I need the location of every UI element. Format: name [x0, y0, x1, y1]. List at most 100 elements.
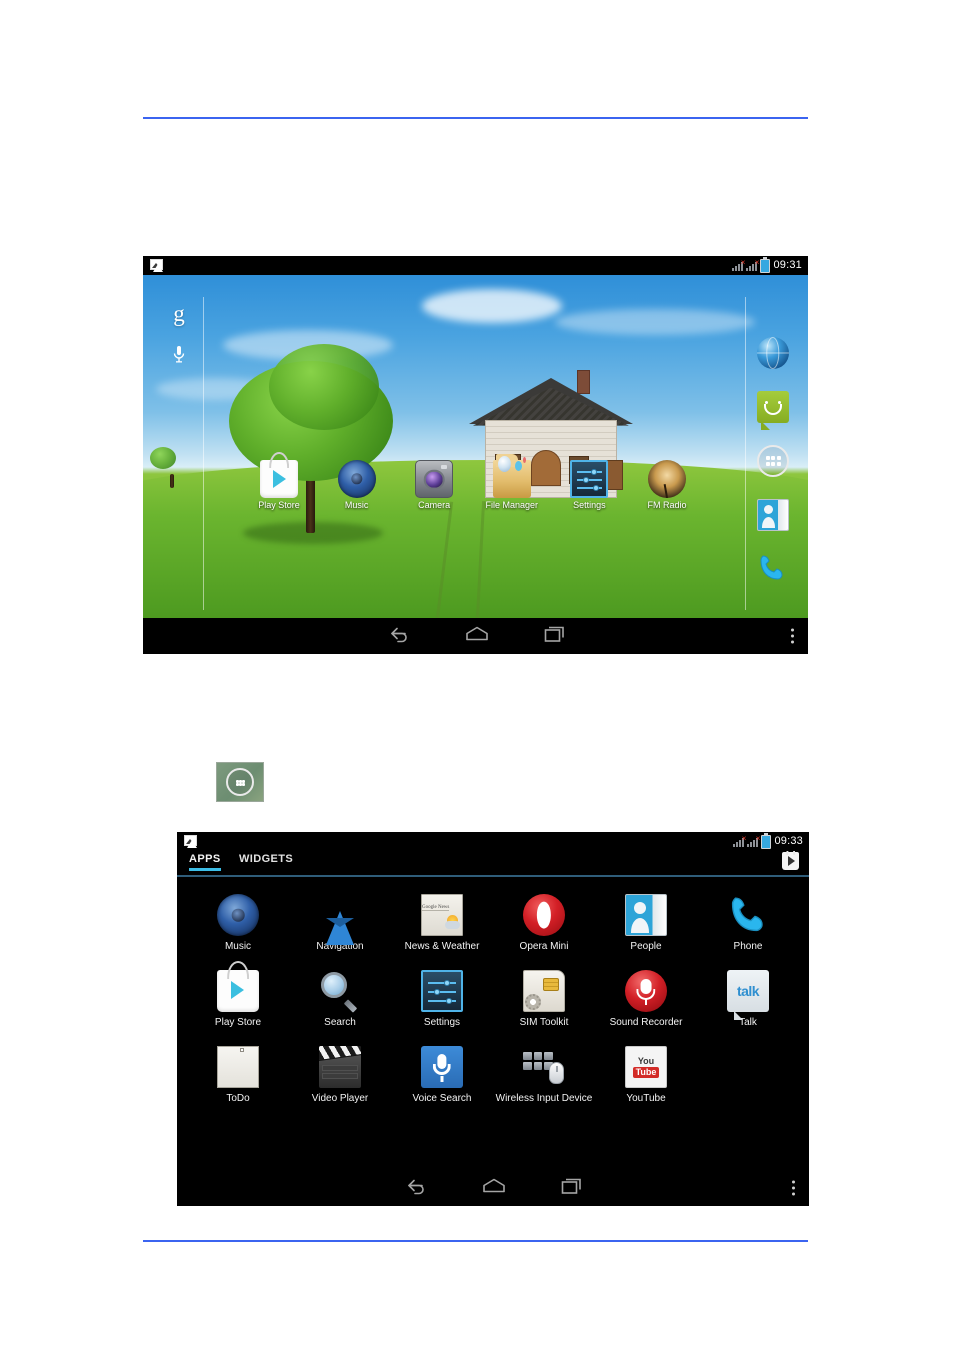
app-cell-empty — [697, 1040, 799, 1116]
app-item-sim-toolkit[interactable]: SIM Toolkit — [493, 964, 595, 1040]
home-shortcut-music[interactable]: Music — [321, 460, 393, 510]
navigation-arrow-icon — [319, 894, 361, 945]
app-label: ToDo — [226, 1093, 250, 1104]
app-label: SIM Toolkit — [519, 1017, 569, 1028]
top-divider-rule — [143, 117, 808, 119]
sound-recorder-icon — [625, 970, 667, 1012]
home-shortcut-play-store[interactable]: Play Store — [243, 460, 315, 510]
app-item-talk[interactable]: talk Talk — [697, 964, 799, 1040]
all-apps-grid-icon[interactable] — [757, 445, 789, 477]
app-label: Settings — [423, 1017, 461, 1028]
app-label: Phone — [733, 941, 763, 952]
app-item-music[interactable]: Music — [187, 888, 289, 964]
home-screen-screenshot: g Play Store Music Camera File Manager S… — [143, 256, 808, 654]
phone-handset-icon[interactable] — [757, 553, 789, 585]
app-label: YouTube — [626, 1093, 666, 1104]
back-icon[interactable] — [386, 625, 410, 648]
all-apps-grid-icon — [226, 768, 254, 796]
app-label: Talk — [739, 1017, 757, 1028]
screen-divider-line — [203, 297, 204, 610]
distant-tree-trunk — [169, 473, 174, 488]
drawer-tab-bar: APPS WIDGETS — [177, 851, 809, 877]
opera-mini-icon — [523, 894, 565, 936]
app-item-settings[interactable]: Settings — [391, 964, 493, 1040]
status-bar-notifications — [184, 835, 197, 848]
play-store-shop-icon[interactable] — [782, 852, 799, 870]
status-bar: × × 09:31 — [143, 256, 808, 275]
overflow-menu-icon[interactable] — [791, 628, 794, 644]
voice-search-mic-icon — [421, 1046, 463, 1088]
app-grid: Music Navigation Google News News & Weat… — [177, 880, 809, 1170]
screen-divider-line — [745, 297, 746, 610]
signal-bars-no-sim-icon: × — [733, 835, 746, 847]
status-bar: × × 09:33 — [177, 832, 809, 851]
app-label: Music — [224, 941, 252, 952]
microphone-icon[interactable] — [161, 345, 197, 368]
settings-sliders-icon — [421, 970, 463, 1012]
home-icon[interactable] — [481, 1177, 507, 1200]
app-item-video-player[interactable]: Video Player — [289, 1040, 391, 1116]
all-apps-screenshot: × × 09:33 APPS WIDGETS Music Navigation — [177, 832, 809, 1206]
google-g-logo: g — [173, 301, 185, 326]
app-item-youtube[interactable]: You Tube YouTube — [595, 1040, 697, 1116]
youtube-icon: You Tube — [625, 1046, 667, 1088]
file-manager-icon — [492, 453, 531, 498]
home-shortcut-label: Music — [344, 500, 369, 510]
app-item-todo[interactable]: ToDo — [187, 1040, 289, 1116]
app-row: Music Navigation Google News News & Weat… — [187, 888, 799, 964]
search-magnifier-icon — [319, 970, 361, 1012]
app-item-navigation[interactable]: Navigation — [289, 888, 391, 964]
play-store-icon — [217, 970, 259, 1012]
app-item-voice-search[interactable]: Voice Search — [391, 1040, 493, 1116]
screenshot-icon — [150, 259, 163, 272]
home-shortcut-label: Play Store — [258, 500, 300, 510]
app-label: Sound Recorder — [609, 1017, 683, 1028]
home-shortcut-camera[interactable]: Camera — [398, 460, 470, 510]
tab-apps[interactable]: APPS — [189, 853, 221, 871]
wallpaper: g Play Store Music Camera File Manager S… — [143, 275, 808, 618]
wireless-input-device-icon — [523, 1046, 565, 1088]
status-bar-clock: 09:33 — [774, 835, 803, 847]
app-item-people[interactable]: People — [595, 888, 697, 964]
signal-bars-no-sim-icon: × — [732, 259, 745, 271]
home-shortcut-file-manager[interactable]: File Manager — [476, 453, 548, 510]
app-item-wireless-input-device[interactable]: Wireless Input Device — [493, 1040, 595, 1116]
status-bar-notifications — [150, 259, 163, 272]
recents-icon[interactable] — [561, 1177, 583, 1200]
app-item-news-weather[interactable]: Google News News & Weather — [391, 888, 493, 964]
status-bar-system: × × 09:31 — [732, 256, 802, 273]
phone-handset-icon — [727, 894, 769, 936]
home-shortcut-settings[interactable]: Settings — [553, 460, 625, 510]
app-row: ToDo Video Player Voice Search Wireless … — [187, 1040, 799, 1116]
app-item-play-store[interactable]: Play Store — [187, 964, 289, 1040]
app-label: Search — [324, 1017, 356, 1028]
tab-widgets[interactable]: WIDGETS — [239, 853, 293, 869]
home-icon[interactable] — [464, 625, 490, 648]
recents-icon[interactable] — [544, 625, 566, 648]
cloud — [422, 288, 563, 323]
status-bar-system: × × 09:33 — [733, 832, 803, 849]
messaging-smiley-icon[interactable] — [757, 391, 789, 431]
home-right-rail — [752, 337, 794, 585]
settings-sliders-icon — [570, 460, 609, 498]
screenshot-icon — [184, 835, 197, 848]
back-icon[interactable] — [403, 1177, 427, 1200]
app-item-sound-recorder[interactable]: Sound Recorder — [595, 964, 697, 1040]
home-shortcut-label: FM Radio — [647, 500, 687, 510]
google-search-widget[interactable]: g — [161, 301, 197, 368]
overflow-menu-icon[interactable] — [792, 1180, 795, 1196]
sim-toolkit-icon — [523, 970, 565, 1012]
browser-globe-icon[interactable] — [757, 337, 789, 369]
app-label: Wireless Input Device — [495, 1093, 593, 1104]
status-bar-clock: 09:31 — [773, 259, 802, 271]
music-speaker-icon — [337, 460, 376, 498]
app-item-search[interactable]: Search — [289, 964, 391, 1040]
app-item-phone[interactable]: Phone — [697, 888, 799, 964]
app-label: Play Store — [214, 1017, 262, 1028]
home-shortcut-label: Camera — [418, 500, 451, 510]
home-shortcut-fm-radio[interactable]: FM Radio — [631, 460, 703, 510]
app-item-opera-mini[interactable]: Opera Mini — [493, 888, 595, 964]
tree-canopy — [269, 343, 380, 430]
distant-tree — [149, 446, 176, 469]
people-contacts-icon[interactable] — [757, 499, 789, 531]
